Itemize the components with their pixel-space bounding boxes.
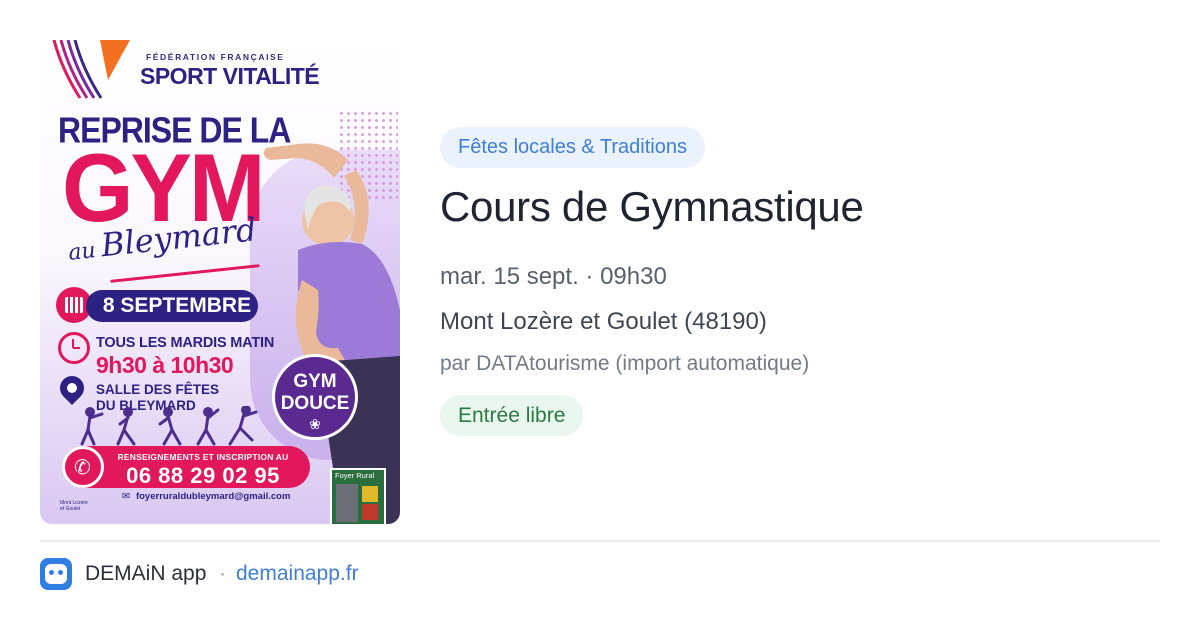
- price-badge: Entrée libre: [440, 395, 584, 436]
- poster-place-underline: [110, 264, 260, 283]
- event-author: par DATAtourisme (import automatique): [440, 352, 810, 375]
- gymnast-silhouettes-icon: [80, 406, 258, 446]
- ffsv-logo-icon: [52, 40, 130, 99]
- mont-lozere-logo: Mont Lozère et Goulet: [60, 500, 88, 512]
- footer-divider: [40, 540, 1160, 542]
- category-badge[interactable]: Fêtes locales & Traditions: [440, 127, 705, 168]
- event-datetime: mar. 15 sept. · 09h30: [440, 263, 667, 290]
- clock-icon: [58, 332, 90, 364]
- lotus-icon: ❀: [309, 416, 321, 432]
- footer-separator: ·: [219, 562, 226, 585]
- poster-email: ✉ foyerruraldubleymard@gmail.com: [122, 491, 290, 502]
- poster-place-au: au: [67, 238, 97, 266]
- poster-date: 8 SEPTEMBRE: [86, 290, 258, 322]
- domain-link[interactable]: demainapp.fr: [236, 562, 359, 586]
- demain-app-icon[interactable]: [40, 558, 72, 590]
- poster-badge-line2: DOUCE: [280, 393, 350, 414]
- poster-badge-line1: GYM: [293, 371, 337, 392]
- poster-email-text: foyerruraldubleymard@gmail.com: [135, 491, 291, 502]
- foyer-rural-label: Foyer Rural: [335, 471, 375, 480]
- event-title[interactable]: Cours de Gymnastique: [440, 183, 864, 231]
- mail-icon: ✉: [122, 491, 130, 502]
- poster-schedule-hours: 9h30 à 10h30: [96, 352, 234, 378]
- foyer-rural-logo: Foyer Rural: [330, 468, 386, 524]
- poster-brand: SPORT VITALITÉ: [140, 63, 320, 89]
- mont-logo-line2: et Goulet: [60, 506, 81, 512]
- event-poster-image[interactable]: FÉDÉRATION FRANÇAISE SPORT VITALITÉ REPR…: [40, 40, 400, 524]
- event-location: Mont Lozère et Goulet (48190): [440, 308, 767, 335]
- app-name: DEMAiN app: [85, 562, 207, 585]
- poster-federation: FÉDÉRATION FRANÇAISE: [146, 52, 285, 62]
- location-pin-icon: [55, 371, 89, 405]
- phone-icon: ✆: [62, 446, 104, 488]
- poster-gym-douce-badge: GYM DOUCE ❀: [272, 354, 358, 440]
- poster-schedule-days: TOUS LES MARDIS MATIN: [96, 335, 275, 351]
- poster-venue-line1: SALLE DES FÊTES: [96, 382, 220, 397]
